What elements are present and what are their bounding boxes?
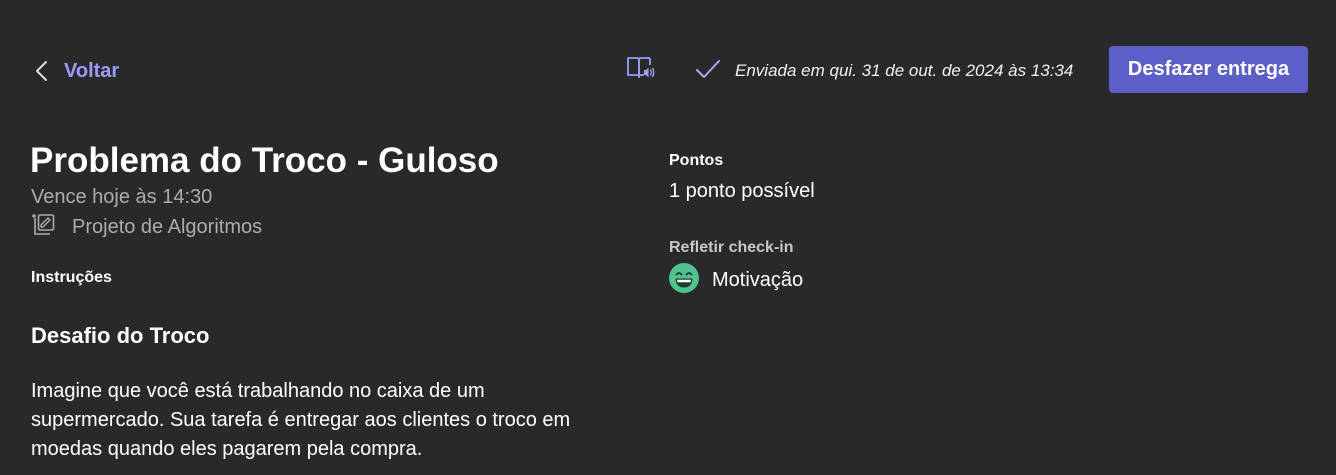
- points-label: Pontos: [669, 152, 724, 169]
- immersive-reader-button[interactable]: [624, 54, 658, 86]
- assignment-title: Problema do Troco - Guloso: [30, 141, 499, 180]
- undo-submission-button[interactable]: Desfazer entrega: [1109, 46, 1308, 93]
- reflect-checkin-value: Motivação: [712, 268, 804, 291]
- assignment-category-icon: [31, 212, 57, 243]
- instructions-body: Imagine que você está trabalhando no cai…: [31, 377, 631, 464]
- reflect-checkin-response: Motivação: [668, 262, 804, 299]
- points-value: 1 ponto possível: [669, 180, 815, 202]
- assignment-page: Voltar Enviada em qui. 31 de out. de 202…: [0, 0, 1336, 475]
- submission-status-text: Enviada em qui. 31 de out. de 2024 às 13…: [735, 61, 1074, 80]
- submission-status: Enviada em qui. 31 de out. de 2024 às 13…: [694, 56, 1073, 86]
- due-date: Vence hoje às 14:30: [31, 186, 213, 208]
- grinning-face-emoji-icon: [668, 262, 700, 299]
- instructions-line: moedas quando eles pagarem pela compra.: [31, 438, 423, 460]
- back-label: Voltar: [64, 59, 120, 82]
- reflect-checkin-label: Refletir check-in: [669, 239, 794, 256]
- assignment-category: Projeto de Algoritmos: [31, 213, 262, 241]
- instructions-heading: Instruções: [31, 269, 112, 286]
- category-label: Projeto de Algoritmos: [72, 215, 263, 238]
- instructions-line: Imagine que você está trabalhando no cai…: [31, 380, 485, 402]
- instructions-section-heading: Desafio do Troco: [31, 323, 210, 348]
- instructions-line: supermercado. Sua tarefa é entregar aos …: [31, 409, 571, 431]
- back-button[interactable]: Voltar: [34, 56, 119, 86]
- checkmark-icon: [694, 58, 722, 85]
- immersive-reader-icon: [626, 55, 656, 86]
- chevron-left-icon: [34, 60, 50, 82]
